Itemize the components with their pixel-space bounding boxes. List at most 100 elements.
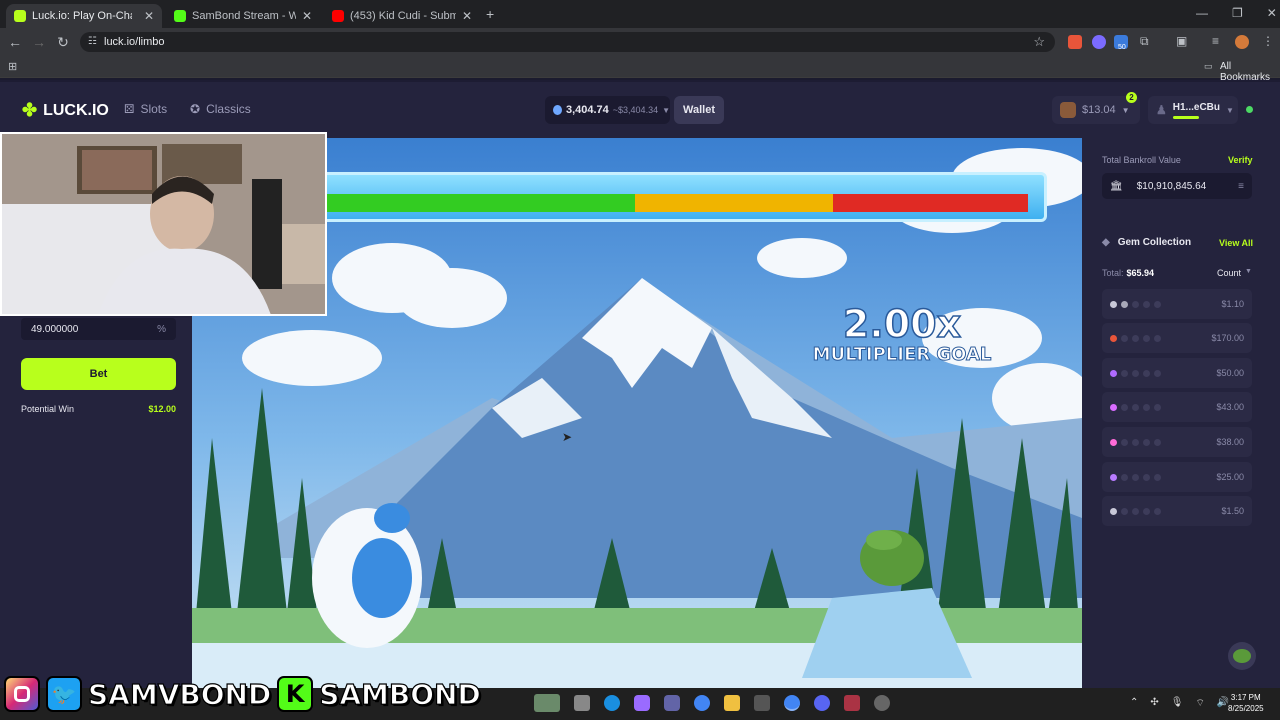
wallet-button[interactable]: Wallet (674, 96, 724, 124)
user-coin-icon (1060, 102, 1076, 118)
teams-icon[interactable] (664, 695, 680, 711)
side-panel-icon[interactable]: ▣ (1176, 34, 1187, 48)
bankroll-label: Total Bankroll Value (1102, 155, 1181, 165)
multiplier-value: 2.00x (842, 301, 962, 347)
count-sort-dropdown[interactable]: Count ▼ (1217, 268, 1252, 278)
bookmark-star-icon[interactable]: ☆ (1033, 34, 1045, 50)
chrome-active-icon[interactable] (784, 695, 800, 711)
extensions-puzzle-icon[interactable]: ⧉ (1140, 34, 1149, 49)
tab-title: SamBond Stream - Watch Live o (192, 10, 296, 22)
gem-row[interactable]: $25.00 (1102, 462, 1252, 492)
user-menu[interactable]: ♟ H1...eCBu ▼ (1148, 96, 1238, 124)
discord-icon[interactable] (814, 695, 830, 711)
tab-youtube[interactable]: (453) Kid Cudi - Submarine (Vi ✕ (324, 4, 480, 28)
tab-sambond-stream[interactable]: SamBond Stream - Watch Live o ✕ (166, 4, 320, 28)
bankroll-value: $10,910,845.64 (1136, 180, 1207, 192)
gem-dot (1132, 369, 1139, 377)
instagram-icon (4, 676, 40, 712)
kick-favicon-icon (174, 10, 186, 22)
obs-icon[interactable] (874, 695, 890, 711)
copilot-icon[interactable] (634, 695, 650, 711)
level-bar (1172, 115, 1199, 119)
minimize-icon[interactable]: — (1196, 6, 1208, 20)
url-bar[interactable]: ☷ luck.io/limbo ☆ (80, 32, 1055, 52)
gem-dot (1143, 369, 1150, 377)
chevron-down-icon: ▼ (662, 105, 670, 115)
nav-slots-label: Slots (140, 102, 168, 116)
gem-dot (1143, 403, 1150, 411)
forward-icon[interactable]: → (27, 34, 51, 50)
chat-support-frog-icon[interactable] (1228, 642, 1256, 670)
verify-link[interactable]: Verify (1228, 155, 1253, 165)
tray-chevron-icon[interactable]: ⌃ (1130, 697, 1138, 710)
win-chance-field[interactable]: 49.000000 % (21, 318, 176, 340)
potential-win-row: Potential Win $12.00 (21, 404, 176, 414)
view-all-link[interactable]: View All (1219, 238, 1253, 248)
social-handles-overlay: 🐦 SAMVBOND K SAMBOND (4, 674, 481, 714)
bet-button[interactable]: Bet (21, 358, 176, 390)
username: H1...eCBu (1172, 101, 1220, 113)
gem-dot (1110, 334, 1117, 342)
gem-dot (1121, 473, 1128, 481)
balance-selector[interactable]: 3,404.74 ~$3,404.34 ▼ (545, 96, 670, 124)
gem-dot (1110, 438, 1117, 446)
nav-classics[interactable]: ✪ Classics (190, 102, 251, 116)
gem-row[interactable]: $38.00 (1102, 427, 1252, 457)
folder-icon: ▭ (1204, 61, 1213, 71)
tray-app-icon[interactable]: ✣ (1150, 697, 1158, 710)
gem-value: $50.00 (1216, 368, 1244, 378)
gem-value: $170.00 (1211, 333, 1244, 343)
luck-logo[interactable]: ✤ LUCK.IO (22, 100, 109, 121)
gem-dot (1121, 438, 1128, 446)
extension-fox-icon[interactable] (1068, 35, 1082, 49)
gem-dot (1132, 334, 1139, 342)
extension-planet-icon[interactable] (1092, 35, 1106, 49)
back-icon[interactable]: ← (3, 34, 27, 50)
taskbar-clock[interactable]: 3:17 PM 8/25/2025 (1228, 692, 1264, 714)
notification-badge: 2 (1126, 92, 1137, 103)
file-explorer-icon[interactable] (724, 695, 740, 711)
gem-row[interactable]: $170.00 (1102, 323, 1252, 353)
streamer-webcam-image (2, 134, 325, 314)
classics-icon: ✪ (190, 102, 201, 116)
close-window-icon[interactable]: ✕ (1267, 6, 1277, 20)
chrome-icon[interactable] (694, 695, 710, 711)
gem-value: $1.50 (1221, 506, 1244, 516)
tab-luck-io[interactable]: Luck.io: Play On-Chain Prov ✕ (6, 4, 162, 28)
file-icon[interactable] (574, 695, 590, 711)
close-tab-icon[interactable]: ✕ (302, 9, 312, 23)
gem-row[interactable]: $1.10 (1102, 289, 1252, 319)
media-controls-icon[interactable]: ≡ (1212, 34, 1219, 48)
close-tab-icon[interactable]: ✕ (462, 9, 472, 23)
potential-win-value: $12.00 (148, 404, 176, 414)
count-label: Count (1217, 268, 1242, 278)
close-tab-icon[interactable]: ✕ (144, 9, 154, 23)
microphone-icon[interactable]: 🎙 (1171, 697, 1184, 710)
app-icon[interactable] (844, 695, 860, 711)
kick-handle: SAMBOND (319, 677, 482, 711)
bankroll-menu-icon[interactable]: ≡ (1238, 181, 1244, 192)
settings-icon[interactable] (754, 695, 770, 711)
widgets-icon[interactable] (534, 694, 560, 712)
restore-icon[interactable]: ❐ (1232, 6, 1243, 20)
profile-avatar[interactable] (1235, 35, 1249, 49)
gem-dot (1154, 403, 1161, 411)
gem-dot (1132, 300, 1139, 308)
gem-row[interactable]: $50.00 (1102, 358, 1252, 388)
gem-row[interactable]: $1.50 (1102, 496, 1252, 526)
gem-row[interactable]: $43.00 (1102, 392, 1252, 422)
nav-classics-label: Classics (206, 102, 251, 116)
gem-dot (1154, 438, 1161, 446)
reload-icon[interactable]: ↻ (51, 34, 75, 51)
url-text: luck.io/limbo (104, 36, 165, 48)
new-tab-button[interactable]: + (486, 6, 494, 22)
gem-dot (1132, 403, 1139, 411)
clover-icon: ✤ (22, 100, 38, 120)
nav-slots[interactable]: ⚄ Slots (124, 102, 167, 116)
gem-dot (1132, 507, 1139, 515)
browser-menu-icon[interactable]: ⋮ (1262, 34, 1274, 48)
edge-icon[interactable] (604, 695, 620, 711)
site-info-icon[interactable]: ☷ (88, 36, 97, 47)
wifi-icon[interactable]: ⌔ (1195, 697, 1204, 710)
apps-grid-icon[interactable]: ⊞ (8, 60, 17, 73)
